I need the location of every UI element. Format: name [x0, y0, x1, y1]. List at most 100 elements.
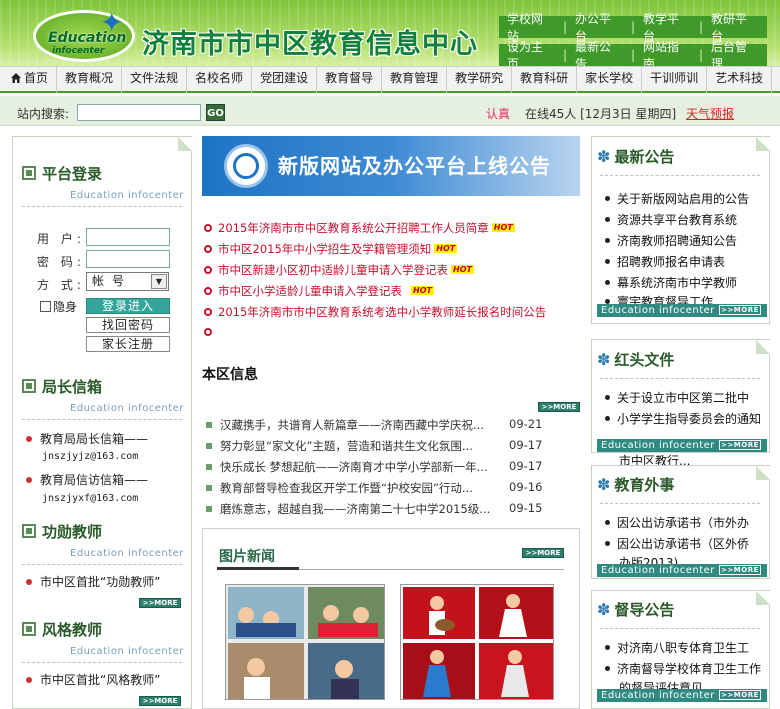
supervise-item-text: 对济南八职专体育卫生工 [617, 641, 750, 655]
search-input[interactable] [77, 104, 201, 121]
footer-text: Education infocenter [601, 565, 715, 576]
notice-item[interactable]: 幕系统济南市中学教师 [605, 274, 767, 291]
style-teacher-item[interactable]: 市中区首批“风格教师” [26, 671, 160, 688]
notice-item[interactable]: 关于新版网站启用的公告 [605, 190, 767, 207]
more-button[interactable]: >>MORE [522, 548, 564, 558]
more-button[interactable]: >>MORE [538, 402, 580, 412]
notice-item-text: 济南教师招聘通知公告 [617, 234, 738, 248]
nav-parent-school[interactable]: 家长学校 [577, 65, 643, 93]
info-item[interactable]: 快乐成长 梦想起航——济南育才中学小学部新一年... 09-17 [206, 459, 542, 475]
checkbox-box[interactable] [40, 301, 51, 312]
news-item[interactable]: 市中区2015年中小学招生及学籍管理须知 HOT [204, 241, 458, 257]
redhead-item[interactable]: 市中区教行... [605, 452, 767, 465]
nav-arts-tech[interactable]: 艺术科技 [707, 65, 773, 93]
recover-password-button[interactable]: 找回密码 [86, 317, 170, 333]
nav-home[interactable]: 首页 [0, 65, 58, 93]
more-button[interactable]: >>MORE [719, 305, 761, 315]
invisible-checkbox[interactable]: 隐身 [40, 298, 77, 315]
external-title: ✽ 教育外事 [597, 474, 674, 495]
news-item[interactable]: 市中区小学适龄儿童申请入学登记表 HOT [204, 283, 434, 299]
external-item[interactable]: 因公出访承诺书（区外侨 [605, 535, 767, 552]
hot-badge: HOT [491, 223, 515, 232]
nav-teaching-research[interactable]: 教学研究 [447, 65, 513, 93]
nav-overview[interactable]: 教育概况 [57, 65, 123, 93]
news-item[interactable] [204, 325, 218, 339]
info-date: 09-16 [509, 480, 543, 494]
username-input[interactable] [86, 228, 170, 246]
info-item[interactable]: 磨炼意志，超越自我——济南第二十七中学2015级... 09-15 [206, 501, 542, 517]
title-underline [217, 567, 299, 570]
merit-teacher-item-label: 市中区首批“功勋教师” [40, 575, 161, 589]
notice-item[interactable]: 招聘教师报名申请表 [605, 253, 767, 270]
logo-subtext: infocenter [52, 46, 105, 56]
divider [600, 628, 760, 629]
nav-famous-schools[interactable]: 名校名师 [187, 65, 253, 93]
external-item-text: 因公出访承诺书（区外侨 [617, 537, 750, 551]
corner-decoration [756, 591, 770, 605]
info-item[interactable]: 教育部督导检查我区开学工作暨“护校安园”行动... 09-16 [206, 480, 542, 496]
hot-badge: HOT [451, 265, 474, 274]
bullet-icon [605, 520, 610, 525]
login-title: 平台登录 [22, 163, 102, 184]
bullet-icon [605, 541, 610, 546]
external-item[interactable]: 因公出访承诺书（市外办 [605, 514, 767, 531]
site-title: 济南市市中区教育信息中心 [142, 29, 478, 60]
mailbox-item-label: 教育局局长信箱—— [40, 432, 149, 446]
corner-decoration [756, 340, 770, 354]
nav-management[interactable]: 教育管理 [382, 65, 448, 93]
redhead-item-text: 关于设立市中区第二批中 [617, 391, 750, 405]
merit-teacher-item[interactable]: 市中区首批“功勋教师” [26, 573, 160, 590]
nav-supervision[interactable]: 教育督导 [317, 65, 383, 93]
news-photo-classroom[interactable] [225, 584, 385, 700]
news-item[interactable]: 2015年济南市市中区教育系统公开招聘工作人员简章 HOT [204, 220, 515, 236]
info-item[interactable]: 努力彰显“家文化”主题，营造和谐共生文化氛围... 09-17 [206, 438, 542, 454]
notice-item[interactable]: 济南教师招聘通知公告 [605, 232, 767, 249]
footer-text: Education infocenter [601, 440, 715, 451]
redhead-item[interactable]: 关于设立市中区第二批中 [605, 389, 767, 406]
login-mode-select[interactable]: 帐号 ▼ [86, 272, 169, 291]
more-button[interactable]: >>MORE [139, 696, 181, 706]
nav-home-label: 首页 [24, 70, 49, 85]
supervise-title-text: 督导公告 [614, 601, 675, 619]
supervise-item[interactable]: 济南督导学校体育卫生工作 [605, 660, 767, 677]
bullet-icon [26, 477, 32, 483]
news-photo-performance[interactable] [400, 584, 554, 700]
supervise-item[interactable]: 的督导评估意见 [605, 679, 767, 689]
notice-item-text: 关于新版网站启用的公告 [617, 192, 750, 206]
password-input[interactable] [86, 250, 170, 268]
info-item[interactable]: 汉藏携手，共谱育人新篇章——济南西藏中学庆祝... 09-21 [206, 417, 542, 433]
more-button[interactable]: >>MORE [719, 565, 761, 575]
more-button[interactable]: >>MORE [719, 440, 761, 450]
info-item-text: 教育部督导检查我区开学工作暨“护校安园”行动... [220, 481, 473, 495]
more-button[interactable]: >>MORE [719, 690, 761, 700]
divider [22, 564, 182, 565]
info-date: 09-15 [509, 501, 543, 515]
search-go-button[interactable]: GO [206, 104, 225, 121]
parent-register-button[interactable]: 家长注册 [86, 336, 170, 352]
mailbox-item-petition[interactable]: 教育局信访信箱—— [26, 471, 148, 488]
district-info-title: 本区信息 [202, 367, 258, 383]
bullet-icon [204, 308, 212, 316]
bullet-icon [204, 266, 212, 274]
supervise-title: ✽ 督导公告 [597, 599, 674, 620]
supervise-item[interactable]: 对济南八职专体育卫生工 [605, 639, 767, 656]
redhead-footer: Education infocenter >>MORE [597, 439, 767, 452]
news-item[interactable]: 市中区新建小区初中适龄儿童申请入学登记表 HOT [204, 262, 474, 278]
redhead-item[interactable]: 小学学生指导委员会的通知 [605, 410, 767, 427]
nav-party[interactable]: 党团建设 [252, 65, 318, 93]
weather-link[interactable]: 天气预报 [686, 105, 734, 122]
nav-regulations[interactable]: 文件法规 [122, 65, 188, 93]
external-item[interactable]: 办版2013) [605, 554, 767, 564]
chevron-down-icon: ▼ [151, 274, 167, 289]
notice-item[interactable]: 资源共享平台教育系统 [605, 211, 767, 228]
bullet-icon [204, 328, 212, 336]
footer-text: Education infocenter [601, 305, 715, 316]
mailbox-email[interactable]: jnszjyjz@163.com [42, 451, 138, 462]
news-item[interactable]: 2015年济南市市中区教育系统考选中小学教师延长报名时间公告 [204, 304, 546, 320]
more-button[interactable]: >>MORE [139, 598, 181, 608]
login-submit-button[interactable]: 登录进入 [86, 298, 170, 314]
mailbox-email[interactable]: jnszjyxf@163.com [42, 493, 138, 504]
nav-training[interactable]: 干训师训 [642, 65, 708, 93]
mailbox-item-director[interactable]: 教育局局长信箱—— [26, 430, 148, 447]
nav-science-research[interactable]: 教育科研 [512, 65, 578, 93]
